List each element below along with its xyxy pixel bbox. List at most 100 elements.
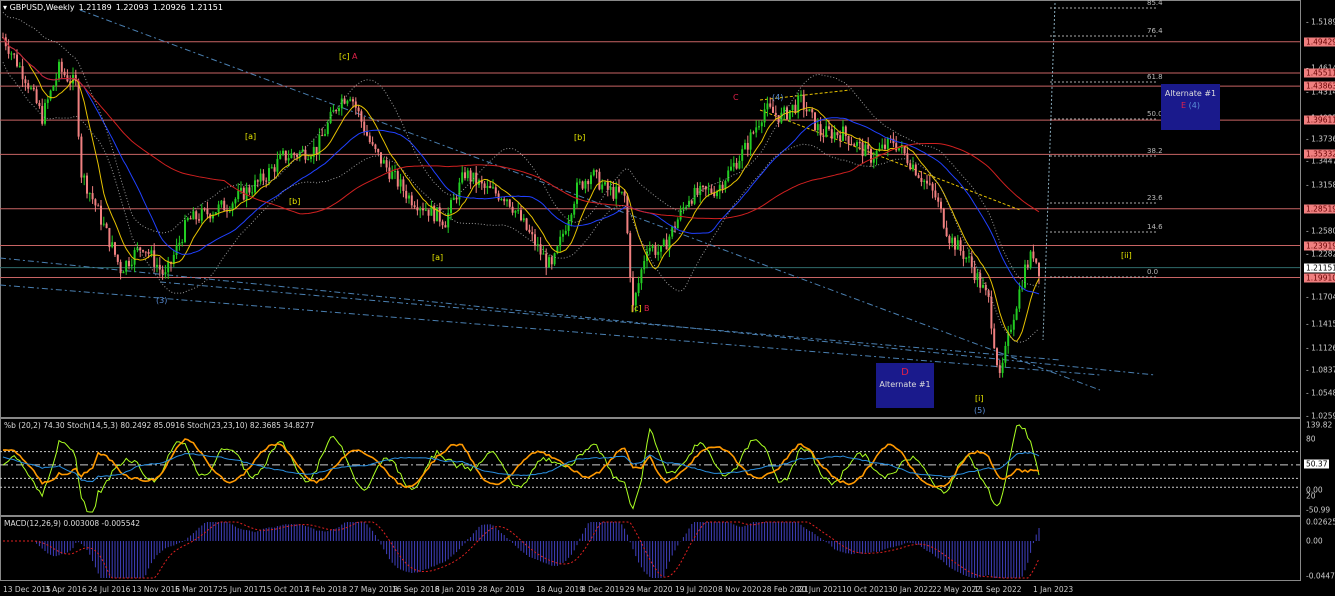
candle-body [408, 195, 410, 199]
candle-body [144, 251, 147, 253]
price-tick: - 1.51895 [1306, 17, 1335, 27]
price-tick: - 1.17045 [1306, 292, 1335, 302]
candle-body [503, 199, 506, 202]
candle-body [413, 205, 416, 208]
candle-body [438, 207, 441, 222]
candle-body [276, 158, 279, 172]
candle-body [956, 240, 959, 250]
alternate-label: Alternate #1 [879, 380, 931, 389]
candle-body [38, 102, 41, 107]
candle-body [819, 124, 822, 136]
candle-body [564, 230, 567, 234]
candle-body [802, 94, 805, 110]
candle-body [1026, 264, 1029, 268]
candle-body [704, 186, 707, 190]
candle-body [738, 160, 741, 169]
candle-body [522, 218, 525, 221]
date-tick: 28 Apr 2019 [478, 585, 525, 594]
candle-body [186, 218, 189, 221]
candle-body [707, 188, 710, 190]
candle-body [914, 164, 917, 176]
candle-body [606, 182, 609, 190]
fib-level-label: 61.8 [1147, 73, 1163, 81]
candle-body [284, 150, 287, 161]
candle-body [973, 266, 976, 281]
oscillator-tick: 50.37 [1304, 459, 1330, 469]
candle-body [800, 94, 802, 96]
candle-body [651, 246, 654, 249]
wave-label-D: D [901, 367, 909, 378]
candle-body [1038, 262, 1040, 277]
date-tick: 11 Sep 2022 [974, 585, 1022, 594]
candle-body [164, 272, 167, 275]
candle-body [853, 144, 856, 146]
candle-body [307, 158, 310, 160]
price-tick: - 1.11265 [1306, 343, 1335, 353]
candle-body [833, 132, 836, 139]
wave-label-3: (3) [156, 296, 168, 305]
candle-body [573, 203, 576, 215]
macd-tick: 0.026251 [1306, 517, 1335, 527]
candle-body [752, 132, 755, 134]
candle-body [774, 112, 777, 116]
candle-body [217, 204, 220, 213]
candle-body [1004, 345, 1007, 363]
candle-body [102, 223, 105, 225]
candle-body [811, 109, 814, 113]
candle-body [464, 172, 466, 179]
wave-label-b: [b] [289, 197, 301, 206]
candle-body [570, 214, 573, 222]
candle-body [847, 135, 850, 145]
candle-body [349, 99, 352, 101]
candle-body [167, 262, 170, 273]
candle-body [744, 142, 746, 150]
candle-body [125, 260, 128, 272]
candle-body [637, 283, 640, 293]
candle-body [990, 296, 993, 329]
candle-body [688, 200, 690, 207]
candle-body [923, 180, 926, 182]
price-tick: - 1.02595 [1306, 411, 1335, 421]
candle-body [702, 185, 704, 187]
candle-body [360, 111, 363, 122]
candle-body [237, 190, 240, 200]
candle-body [158, 264, 161, 270]
fib-level-label: 76.4 [1147, 27, 1163, 35]
candle-body [357, 107, 360, 112]
candle-body [7, 46, 10, 54]
wave-label-c2: [c] [631, 304, 642, 313]
candle-body [676, 219, 679, 229]
level-tag: 1.49429 [1304, 37, 1335, 47]
candle-body [942, 208, 945, 228]
candle-body [940, 201, 942, 209]
candle-body [377, 149, 380, 153]
candle-body [86, 175, 88, 194]
candle-body [27, 83, 30, 89]
candle-body [466, 170, 469, 179]
candle-body [49, 90, 52, 100]
alternate-e-box: Alternate #1 E (4) [1161, 84, 1220, 130]
candle-body [402, 179, 405, 191]
date-tick: 13 Dec 2015 [3, 585, 51, 594]
candle-body [122, 271, 125, 274]
candle-body [223, 200, 226, 211]
candle-body [623, 191, 626, 196]
date-tick: 19 Jul 2020 [675, 585, 718, 594]
candle-body [332, 110, 335, 112]
chart-canvas[interactable] [0, 0, 1335, 596]
candle-body [200, 208, 203, 221]
candle-body [839, 135, 842, 141]
candle-body [626, 195, 629, 234]
candle-body [657, 251, 660, 255]
candle-body [346, 100, 349, 104]
candle-body [909, 163, 912, 170]
candle-body [559, 236, 562, 247]
candle-body [730, 166, 732, 171]
candle-body [388, 167, 391, 179]
candle-body [654, 246, 657, 255]
fib-level-label: 23.6 [1147, 194, 1163, 202]
candle-body [996, 348, 998, 366]
candle-body [1024, 264, 1026, 288]
price-tick: - 1.22825 [1306, 249, 1335, 259]
alternate-d-box: D Alternate #1 [876, 363, 934, 408]
